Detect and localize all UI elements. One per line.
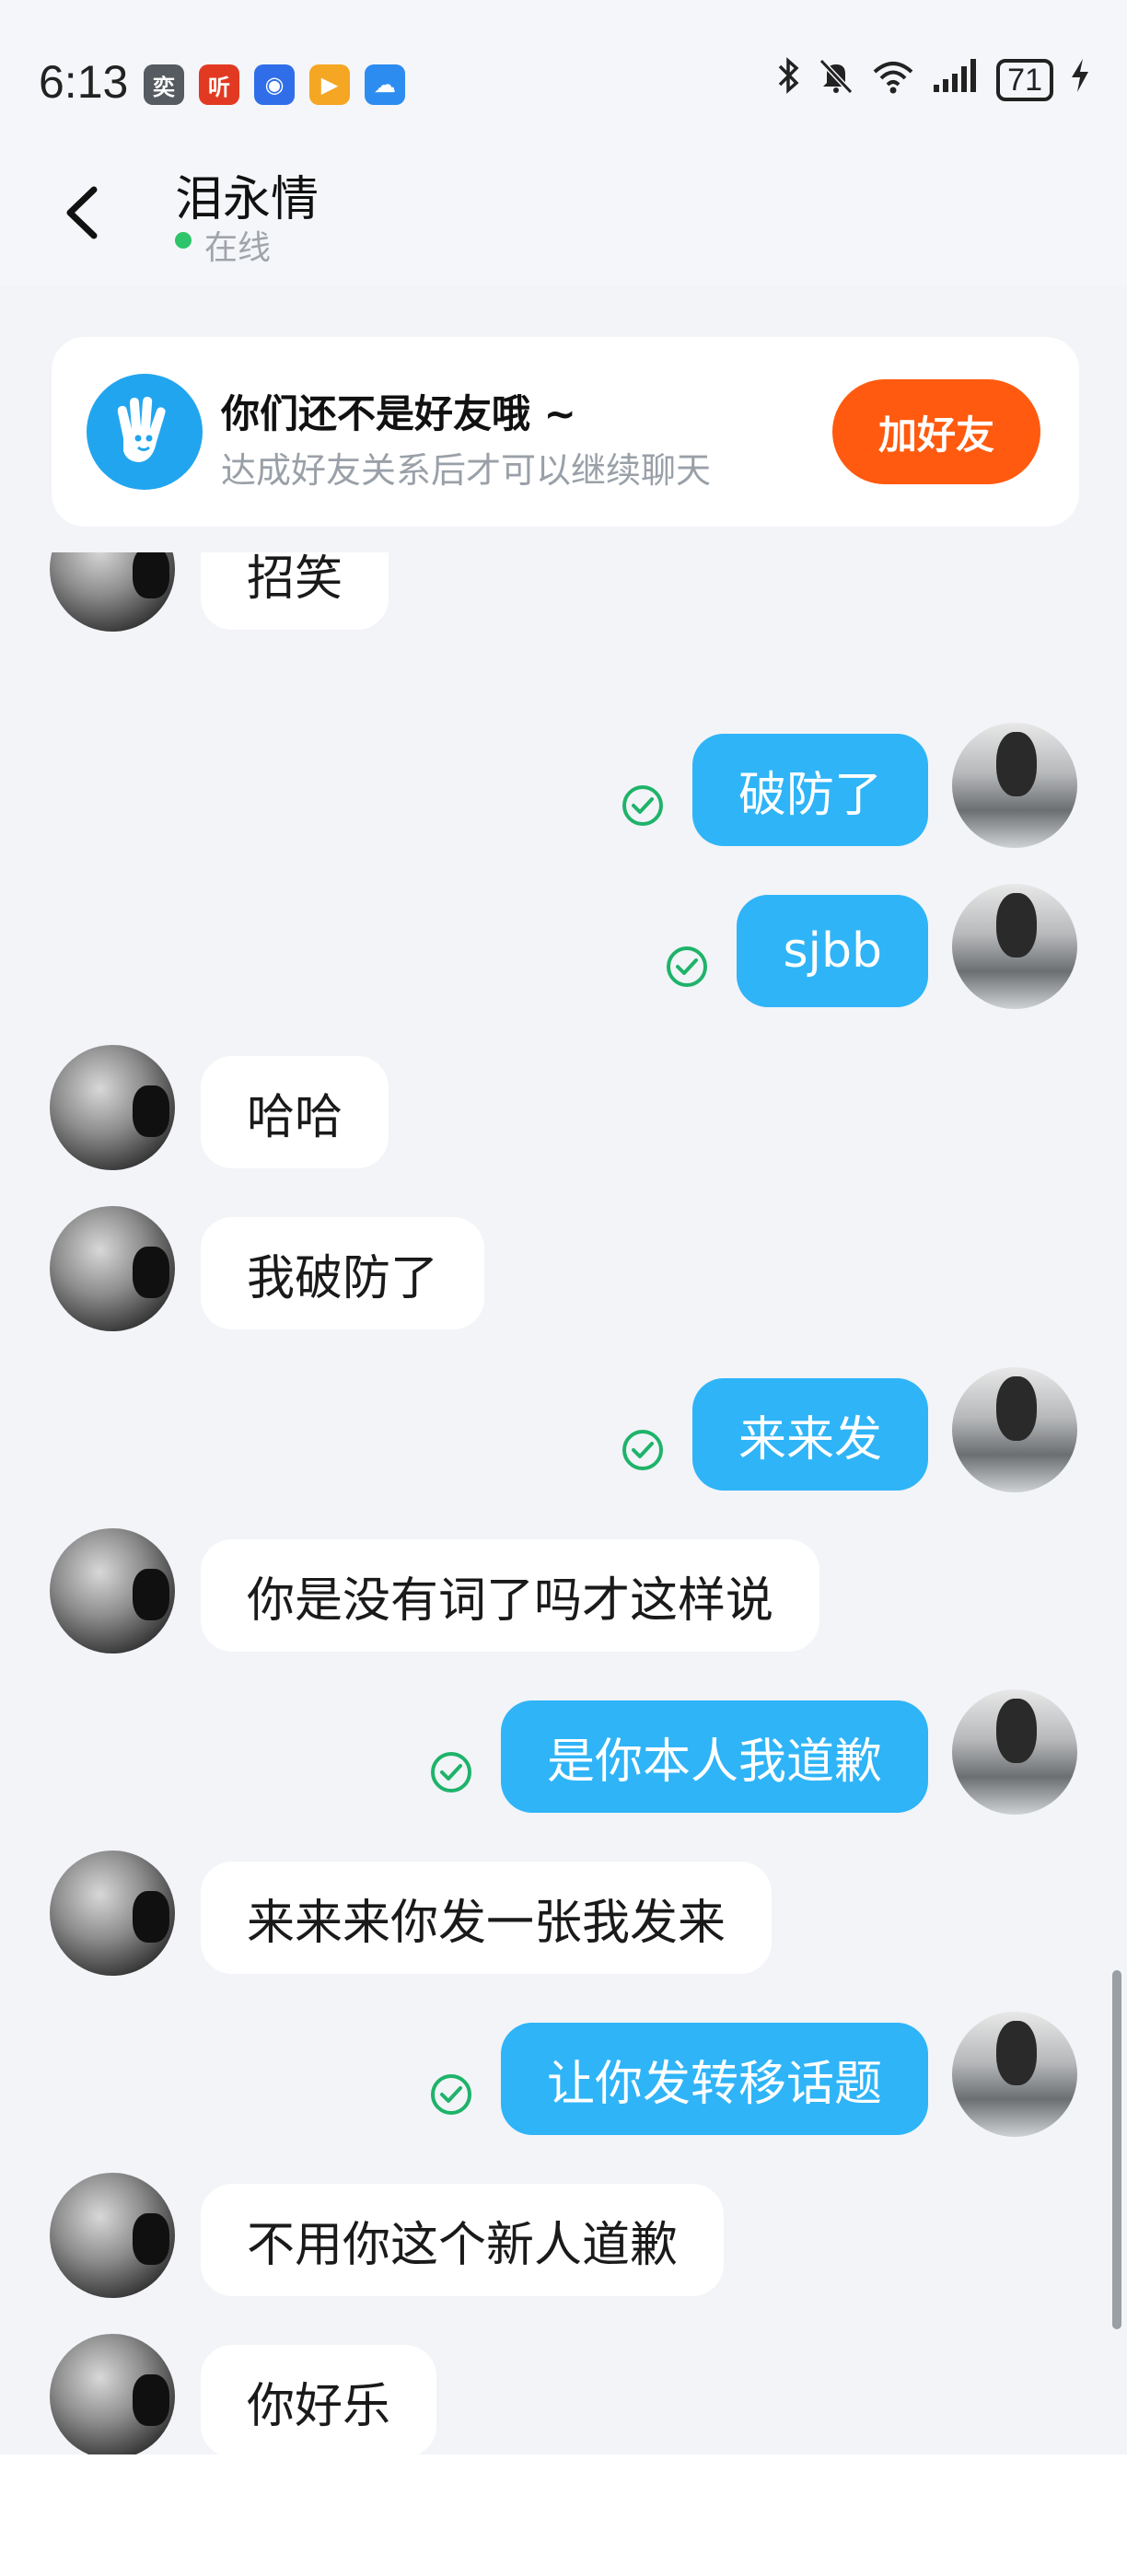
contact-avatar[interactable] [50, 2334, 175, 2454]
contact-avatar[interactable] [50, 2173, 175, 2298]
my-avatar[interactable] [952, 1689, 1077, 1815]
sent-message: 让你发转移话题 [0, 2012, 1127, 2141]
banner-subtitle: 达成好友关系后才可以继续聊天 [221, 450, 712, 491]
message-bubble[interactable]: 你是没有词了吗才这样说 [201, 1539, 820, 1652]
listen-app-icon: 听 [199, 64, 239, 105]
tv-app-icon: 奕 [144, 64, 184, 105]
read-check-icon [622, 1430, 663, 1470]
my-avatar[interactable] [952, 723, 1077, 848]
status-bar: 6:13 奕听 ◉ ▶ ☁ 71 [0, 0, 1127, 138]
contact-name[interactable]: 泪永情 [175, 160, 319, 229]
bluetooth-icon [777, 57, 801, 103]
message-bubble[interactable]: 不用你这个新人道歉 [201, 2184, 725, 2296]
message-bubble[interactable]: 你好乐 [201, 2345, 437, 2454]
message-bubble[interactable]: 让你发转移话题 [500, 2023, 928, 2135]
waving-hand-icon [87, 374, 203, 490]
contact-avatar[interactable] [50, 1045, 175, 1170]
my-avatar[interactable] [952, 1367, 1077, 1492]
wifi-icon [871, 57, 915, 103]
online-status-text: 在线 [204, 229, 272, 267]
sent-message: 来来发 [0, 1367, 1127, 1496]
message-bubble[interactable]: 来来发 [691, 1378, 928, 1491]
not-friends-banner: 你们还不是好友哦 ~ 达成好友关系后才可以继续聊天 加好友 [52, 337, 1079, 527]
message-bubble[interactable]: 来来来你发一张我发来 [201, 1862, 773, 1974]
battery-indicator: 71 [996, 59, 1053, 101]
read-check-icon [430, 2074, 471, 2115]
contact-avatar[interactable] [50, 1528, 175, 1654]
back-arrow-icon[interactable] [57, 180, 112, 245]
bulb-app-icon: ◉ [254, 64, 295, 105]
signal-icon [932, 57, 980, 103]
my-avatar[interactable] [952, 884, 1077, 1009]
received-message: 招笑 [0, 552, 1127, 635]
message-list[interactable]: 招笑破防了 sjbb 哈哈我破防了来来发你是没有词了吗才这样说是你本人我道歉来来来你… [0, 552, 1127, 2454]
message-bubble[interactable]: 哈哈 [201, 1056, 389, 1168]
status-app-icons: 奕听 ◉ ▶ ☁ [144, 64, 405, 105]
sent-message: 破防了 [0, 723, 1127, 852]
contact-avatar[interactable] [50, 552, 175, 632]
online-status-dot [175, 232, 192, 249]
banner-title: 你们还不是好友哦 ~ [221, 391, 576, 436]
my-avatar[interactable] [952, 2012, 1077, 2137]
add-friend-button[interactable]: 加好友 [832, 379, 1040, 484]
received-message: 你好乐 [0, 2334, 1127, 2454]
charging-icon [1070, 57, 1090, 103]
status-time: 6:13 [39, 56, 129, 108]
mute-bell-icon [818, 57, 854, 103]
received-message: 你是没有词了吗才这样说 [0, 1528, 1127, 1657]
sent-message: sjbb [0, 884, 1127, 1013]
received-message: 哈哈 [0, 1045, 1127, 1174]
chat-header: 泪永情 在线 [0, 138, 1127, 285]
weather-app-icon: ☁ [365, 64, 405, 105]
contact-avatar[interactable] [50, 1206, 175, 1331]
received-message: 我破防了 [0, 1206, 1127, 1335]
message-bubble[interactable]: 我破防了 [201, 1217, 485, 1329]
scrollbar[interactable] [1112, 1970, 1121, 2329]
message-bubble[interactable]: sjbb [737, 895, 928, 1007]
read-check-icon [622, 785, 663, 826]
read-check-icon [430, 1752, 471, 1793]
sent-message: 是你本人我道歉 [0, 1689, 1127, 1818]
message-bubble[interactable]: 破防了 [691, 734, 928, 846]
received-message: 不用你这个新人道歉 [0, 2173, 1127, 2302]
received-message: 来来来你发一张我发来 [0, 1851, 1127, 1979]
read-check-icon [667, 946, 708, 987]
contact-avatar[interactable] [50, 1851, 175, 1976]
message-bubble[interactable]: 是你本人我道歉 [500, 1700, 928, 1813]
play-app-icon: ▶ [309, 64, 350, 105]
status-indicators: 71 [777, 57, 1090, 103]
bottom-area [0, 2454, 1127, 2576]
message-bubble[interactable]: 招笑 [201, 552, 389, 630]
